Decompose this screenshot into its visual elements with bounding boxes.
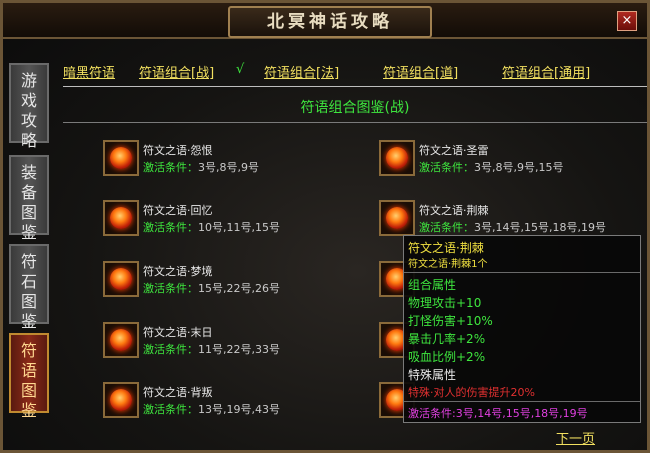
side-tab-char: 鉴 — [20, 401, 37, 420]
side-tab-rune-word[interactable]: 符 语 图 鉴 — [9, 333, 49, 420]
side-tab-char: 图 — [20, 203, 37, 222]
fire-orb-icon — [386, 207, 408, 229]
rune-orb-icon[interactable] — [103, 140, 139, 176]
side-tab-char: 游 — [20, 71, 37, 90]
fire-orb-icon — [386, 147, 408, 169]
tooltip-title: 符文之语·荆棘 — [408, 241, 484, 255]
close-button[interactable]: × — [617, 11, 637, 31]
tooltip-subtitle: 符文之语·荆棘1个 — [408, 259, 488, 270]
side-tab-char: 语 — [20, 361, 37, 380]
rune-orb-icon[interactable] — [103, 200, 139, 236]
fire-orb-icon — [110, 389, 132, 411]
condition-value: 13号,19号,43号 — [198, 403, 280, 416]
rune-name: 符文之语·荆棘 — [419, 204, 489, 217]
tab-rune-combo-taoist[interactable]: 符语组合[道] — [383, 62, 458, 81]
attr-line: 暴击几率+2% — [408, 332, 486, 346]
rune-condition: 激活条件：13号,19号,43号 — [143, 401, 280, 417]
condition-label: 激活条件： — [143, 403, 198, 416]
rune-orb-icon[interactable] — [379, 200, 415, 236]
rune-orb-icon[interactable] — [103, 322, 139, 358]
condition-label: 激活条件： — [143, 343, 198, 356]
side-tab-char: 攻 — [20, 111, 37, 130]
rune-condition: 激活条件：3号,8号,9号 — [143, 159, 259, 175]
rune-entry: 符文之语·圣雷 激活条件：3号,8号,9号,15号 — [379, 140, 639, 184]
guide-window: 北冥神话攻略 × 游 戏 攻 略 装 备 图 鉴 符 石 图 鉴 符 语 图 鉴… — [0, 0, 650, 453]
rune-name: 符文之语·梦境 — [143, 265, 213, 278]
rune-condition: 激活条件：10号,11号,15号 — [143, 219, 280, 235]
condition-value: 11号,22号,33号 — [198, 343, 280, 356]
side-tab-char: 鉴 — [20, 223, 37, 242]
rune-tooltip: 符文之语·荆棘 符文之语·荆棘1个 组合属性 物理攻击+10 打怪伤害+10% … — [403, 235, 641, 423]
fire-orb-icon — [110, 147, 132, 169]
condition-value: 3号,14号,15号,18号,19号 — [474, 221, 606, 234]
rune-condition: 激活条件：3号,14号,15号,18号,19号 — [419, 219, 606, 235]
rune-condition: 激活条件：11号,22号,33号 — [143, 341, 280, 357]
divider — [63, 122, 647, 123]
tooltip-condition: 激活条件:3号,14号,15号,18号,19号 — [408, 407, 588, 420]
attr-header: 组合属性 — [408, 278, 457, 292]
side-tab-char: 符 — [20, 252, 37, 271]
tab-rune-combo-general[interactable]: 符语组合[通用] — [502, 62, 590, 81]
side-tab-char: 石 — [20, 272, 37, 291]
side-tab-game-guide[interactable]: 游 戏 攻 略 — [9, 63, 49, 150]
rune-condition: 激活条件：15号,22号,26号 — [143, 280, 280, 296]
rune-entry: 符文之语·怨恨 激活条件：3号,8号,9号 — [103, 140, 363, 184]
side-tab-char: 戏 — [20, 91, 37, 110]
rune-entry: 符文之语·梦境 激活条件：15号,22号,26号 — [103, 261, 363, 305]
condition-value: 10号,11号,15号 — [198, 221, 280, 234]
condition-value: 15号,22号,26号 — [198, 282, 280, 295]
rune-name: 符文之语·背叛 — [143, 386, 213, 399]
rune-entry: 符文之语·末日 激活条件：11号,22号,33号 — [103, 322, 363, 366]
condition-label: 激活条件： — [419, 161, 474, 174]
tooltip-divider — [404, 401, 640, 402]
section-title: 符语组合图鉴(战) — [300, 100, 410, 116]
rune-entry: 符文之语·回忆 激活条件：10号,11号,15号 — [103, 200, 363, 244]
title-bar: 北冥神话攻略 × — [3, 3, 647, 39]
tab-rune-combo-warrior[interactable]: 符语组合[战] — [139, 62, 214, 81]
rune-name: 符文之语·怨恨 — [143, 144, 213, 157]
side-tab-char: 符 — [20, 341, 37, 360]
condition-value: 3号,8号,9号 — [198, 161, 259, 174]
rune-condition: 激活条件：3号,8号,9号,15号 — [419, 159, 563, 175]
rune-name: 符文之语·末日 — [143, 326, 213, 339]
side-tab-char: 鉴 — [20, 312, 37, 331]
special-header: 特殊属性 — [408, 368, 457, 382]
rune-orb-icon[interactable] — [379, 140, 415, 176]
condition-label: 激活条件： — [143, 282, 198, 295]
fire-orb-icon — [110, 329, 132, 351]
window-title: 北冥神话攻略 — [228, 6, 432, 38]
rune-name: 符文之语·回忆 — [143, 204, 213, 217]
condition-label: 激活条件： — [143, 221, 198, 234]
attr-line: 物理攻击+10 — [408, 296, 482, 310]
side-tab-equipment[interactable]: 装 备 图 鉴 — [9, 155, 49, 242]
side-tab-char: 图 — [20, 381, 37, 400]
tooltip-divider — [404, 272, 640, 273]
tab-rune-combo-mage[interactable]: 符语组合[法] — [264, 62, 339, 81]
side-tab-char: 备 — [20, 183, 37, 202]
side-tab-char: 装 — [20, 163, 37, 182]
condition-value: 3号,8号,9号,15号 — [474, 161, 564, 174]
side-tab-char: 图 — [20, 292, 37, 311]
side-tab-rune-stone[interactable]: 符 石 图 鉴 — [9, 244, 49, 331]
attr-line: 打怪伤害+10% — [408, 314, 493, 328]
special-line: 特殊·对人的伤害提升20% — [408, 386, 535, 399]
rune-orb-icon[interactable] — [103, 382, 139, 418]
rune-name: 符文之语·圣雷 — [419, 144, 489, 157]
rune-entry: 符文之语·背叛 激活条件：13号,19号,43号 — [103, 382, 363, 426]
next-page-link[interactable]: 下一页 — [556, 428, 595, 447]
active-check-icon: √ — [236, 62, 245, 77]
tab-dark-rune[interactable]: 暗黑符语 — [63, 62, 115, 81]
divider — [63, 86, 647, 87]
side-tab-char: 略 — [20, 131, 37, 150]
rune-orb-icon[interactable] — [103, 261, 139, 297]
fire-orb-icon — [110, 207, 132, 229]
condition-label: 激活条件： — [419, 221, 474, 234]
condition-label: 激活条件： — [143, 161, 198, 174]
attr-line: 吸血比例+2% — [408, 350, 486, 364]
fire-orb-icon — [110, 268, 132, 290]
